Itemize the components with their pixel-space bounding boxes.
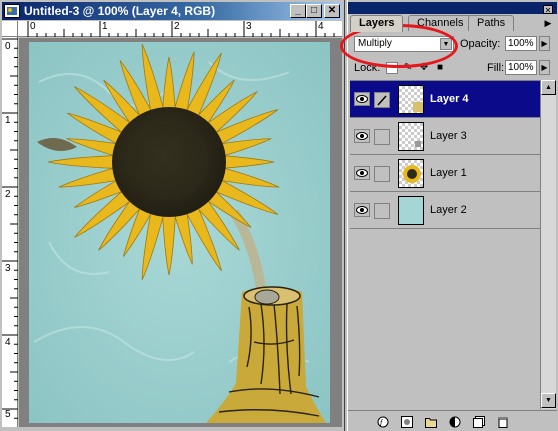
layer-row-layer-1[interactable]: Layer 1	[350, 155, 540, 192]
ruler-left-label: 2	[5, 189, 11, 200]
fill-label: Fill:	[487, 62, 505, 74]
brush-icon[interactable]	[374, 92, 390, 108]
layer-mask-icon[interactable]	[400, 415, 413, 428]
palette-title-bar[interactable]: ✕	[348, 2, 557, 15]
ruler-left-label: 5	[5, 409, 11, 420]
opacity-field[interactable]: 100%	[505, 36, 537, 51]
layer-style-icon[interactable]: f	[376, 415, 389, 428]
canvas-area[interactable]	[19, 38, 342, 427]
layer-name[interactable]: Layer 4	[430, 93, 469, 105]
sunflower-artwork	[29, 42, 330, 423]
link-box[interactable]	[374, 203, 390, 219]
ruler-left-label: 3	[5, 263, 11, 274]
tab-channels[interactable]: Channels	[408, 15, 473, 31]
scroll-up-button[interactable]: ▲	[541, 80, 556, 95]
eye-icon[interactable]	[354, 203, 370, 217]
opacity-label: Opacity:	[460, 38, 501, 50]
ruler-left-label: 4	[5, 337, 11, 348]
layer-name[interactable]: Layer 2	[430, 204, 467, 216]
ruler-top-label: 0	[30, 21, 36, 32]
layer-row-layer-4[interactable]: Layer 4	[350, 81, 540, 118]
image-canvas[interactable]	[29, 42, 330, 423]
ruler-top-label: 3	[246, 21, 252, 32]
opacity-slider-arrow[interactable]: ▶	[539, 36, 550, 51]
link-box[interactable]	[374, 166, 390, 182]
lock-label: Lock:	[354, 62, 381, 74]
lock-row: Lock: ✎ ✥ ■ Fill: 100% ▶	[352, 60, 556, 78]
layer-thumbnail	[398, 85, 424, 114]
blend-row: Multiply ▼ Opacity: 100% ▶	[352, 36, 556, 54]
layers-palette: ✕ Layers Channels Paths ▶ Multiply ▼ Opa…	[347, 0, 558, 431]
trash-icon[interactable]	[496, 415, 509, 428]
layer-thumbnail	[398, 122, 424, 151]
layer-name[interactable]: Layer 1	[430, 167, 467, 179]
layer-thumbnail	[398, 159, 424, 188]
ruler-left-label: 1	[5, 115, 11, 126]
document-title-bar[interactable]: Untitled-3 @ 100% (Layer 4, RGB) _ □ ✕	[2, 2, 342, 20]
layer-row-layer-3[interactable]: Layer 3	[350, 118, 540, 155]
link-box[interactable]	[374, 129, 390, 145]
horizontal-ruler[interactable]: 0 1 2 3 4	[18, 21, 342, 37]
scroll-down-button[interactable]: ▼	[541, 393, 556, 408]
document-title: Untitled-3 @ 100% (Layer 4, RGB)	[24, 4, 216, 18]
photoshop-document-icon	[4, 4, 20, 18]
ruler-left-ticks	[2, 38, 18, 419]
palette-close-button[interactable]: ✕	[543, 5, 553, 15]
eye-icon[interactable]	[354, 129, 370, 143]
palette-bottom-bar: f	[348, 410, 557, 431]
tab-layers[interactable]: Layers	[350, 15, 404, 32]
ruler-top-ticks	[27, 21, 335, 37]
layer-list-scrollbar[interactable]: ▲ ▼	[540, 80, 556, 409]
layer-name[interactable]: Layer 3	[430, 130, 467, 142]
ruler-top-label: 2	[174, 21, 180, 32]
new-set-icon[interactable]	[424, 415, 437, 428]
vertical-ruler[interactable]: 0 1 2 3 4 5	[2, 37, 18, 427]
ruler-origin[interactable]	[2, 21, 18, 37]
close-button[interactable]: ✕	[324, 4, 340, 18]
fill-field[interactable]: 100%	[505, 60, 537, 75]
blend-mode-value: Multiply	[358, 38, 392, 49]
maximize-button[interactable]: □	[306, 4, 322, 18]
lock-icon[interactable]: ■	[434, 62, 446, 74]
palette-tabs: Layers Channels Paths	[350, 15, 556, 32]
fill-slider-arrow[interactable]: ▶	[539, 60, 550, 75]
blend-mode-select[interactable]: Multiply ▼	[354, 36, 454, 52]
tab-paths[interactable]: Paths	[468, 15, 515, 31]
minimize-button[interactable]: _	[290, 4, 306, 18]
new-layer-icon[interactable]	[472, 415, 485, 428]
lock-transparency-icon[interactable]	[386, 62, 398, 74]
brush-icon[interactable]: ✎	[402, 62, 414, 74]
document-window: Untitled-3 @ 100% (Layer 4, RGB) _ □ ✕ 0…	[0, 0, 345, 431]
ruler-top-label: 4	[318, 21, 324, 32]
layer-thumbnail	[398, 196, 424, 225]
move-icon[interactable]: ✥	[418, 62, 430, 74]
eye-icon[interactable]	[354, 166, 370, 180]
layer-list[interactable]: Layer 4 Layer 3 Layer 1 Layer 2	[350, 80, 540, 409]
eye-icon[interactable]	[354, 92, 370, 106]
ruler-top-label: 1	[102, 21, 108, 32]
chevron-down-icon[interactable]: ▼	[440, 38, 452, 50]
palette-menu-button[interactable]: ▶	[541, 18, 555, 30]
ruler-left-label: 0	[5, 41, 11, 52]
adjustment-layer-icon[interactable]	[448, 415, 461, 428]
layer-row-layer-2[interactable]: Layer 2	[350, 192, 540, 229]
